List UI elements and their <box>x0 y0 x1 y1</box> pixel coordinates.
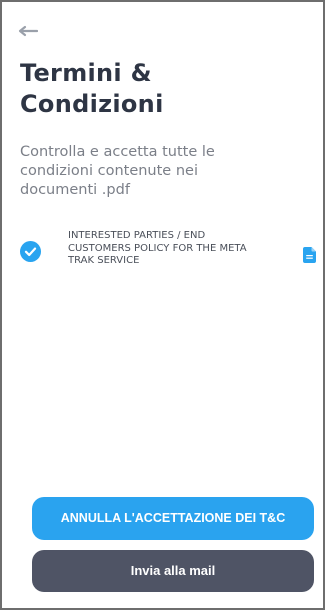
cancel-acceptance-button[interactable]: ANNULLA L'ACCETTAZIONE DEI T&C <box>32 497 314 540</box>
page-subtitle: Controlla e accetta tutte le condizioni … <box>20 144 215 198</box>
send-mail-button[interactable]: Invia alla mail <box>32 550 314 592</box>
check-circle-icon[interactable] <box>20 241 41 262</box>
document-row[interactable]: INTERESTED PARTIES / END CUSTOMERS POLIC… <box>20 230 316 280</box>
app-screen: Termini & Condizioni Controlla e accetta… <box>0 0 325 610</box>
document-icon[interactable] <box>303 247 316 263</box>
back-button[interactable] <box>18 22 39 37</box>
arrow-left-icon <box>18 25 39 37</box>
document-label: INTERESTED PARTIES / END CUSTOMERS POLIC… <box>68 230 247 266</box>
page-title: Termini & Condizioni <box>20 59 164 118</box>
